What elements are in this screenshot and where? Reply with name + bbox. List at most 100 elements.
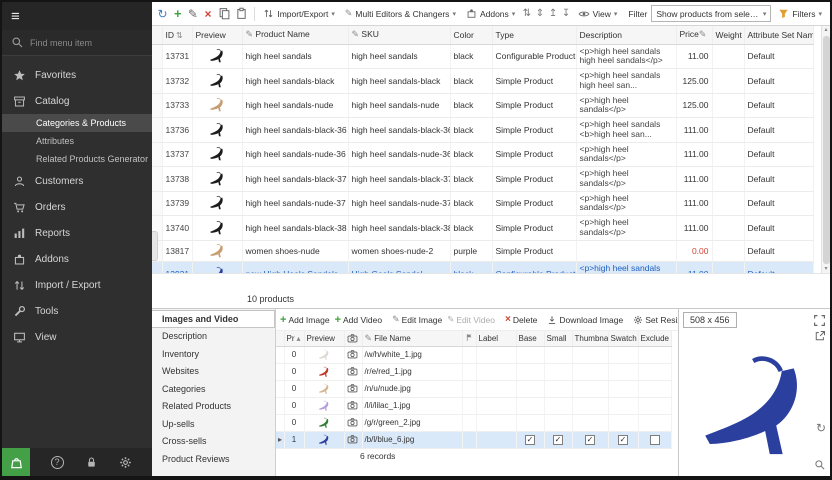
rotate-icon[interactable]: ↻ [816,421,826,435]
lock-button[interactable] [85,456,98,469]
cell-thumbnail[interactable] [572,363,608,380]
detail-tab[interactable]: Related Products [152,398,275,416]
addons-menu[interactable]: Addons▾ [463,6,518,21]
col-header-id[interactable]: ID⇅ [162,26,192,44]
col-header-sku[interactable]: ✎ SKU [348,26,450,44]
product-row[interactable]: 13732 high heel sandals-black high heel … [152,69,814,94]
cell-swatch[interactable] [608,346,638,363]
col-header-label[interactable]: Label [476,331,516,346]
edit-image-button[interactable]: ✎Edit Image [392,314,442,325]
panel-splitter[interactable] [152,231,158,261]
col-header-priority[interactable]: Pr▴ [284,331,304,346]
detail-tab[interactable]: Images and Video [152,310,275,328]
image-size-field[interactable]: 508 x 456 [683,312,737,328]
detail-tab[interactable]: Websites [152,363,275,381]
image-row[interactable]: 0 /g/r/green_2.jpg [276,414,672,431]
sidebar-item-favorites[interactable]: Favorites [2,62,152,88]
product-row[interactable]: 13737 high heel sandals-nude-36 high hee… [152,142,814,167]
detail-tab[interactable]: Product Reviews [152,450,275,468]
import-export-menu[interactable]: Import/Export▾ [260,6,338,21]
paste-button[interactable] [235,6,248,22]
sidebar-item-addons[interactable]: Addons [2,246,152,272]
col-header-small[interactable]: Small [544,331,572,346]
sidebar-item-categories-products[interactable]: Categories & Products [2,114,152,132]
image-row[interactable]: ▸ 1 /b/l/blue_6.jpg ✓ ✓ ✓ ✓ [276,431,672,448]
cell-swatch[interactable] [608,363,638,380]
cell-base[interactable]: ✓ [516,431,544,448]
col-header-color[interactable]: Color [450,26,492,44]
settings-button[interactable] [119,456,132,469]
cell-exclude[interactable] [638,363,672,380]
zoom-icon[interactable] [814,459,826,471]
expand-rows-button[interactable]: ⇕ [535,6,544,22]
edit-product-button[interactable]: ✎ [187,6,198,22]
col-header-flag[interactable] [462,331,476,346]
product-row[interactable]: 13731 high heel sandals high heel sandal… [152,44,814,69]
sidebar-item-orders[interactable]: Orders [2,194,152,220]
edit-video-button[interactable]: ✎Edit Video [447,314,495,325]
cell-base[interactable] [516,397,544,414]
cell-small[interactable] [544,397,572,414]
cell-base[interactable] [516,346,544,363]
sidebar-item-reports[interactable]: Reports [2,220,152,246]
col-header-base[interactable]: Base [516,331,544,346]
detail-tab[interactable]: Categories [152,380,275,398]
copy-button[interactable] [218,6,231,22]
cell-small[interactable]: ✓ [544,431,572,448]
col-header-attribute-set[interactable]: Attribute Set Name [744,26,814,44]
cell-base[interactable] [516,363,544,380]
cell-thumbnail[interactable] [572,397,608,414]
detail-tab[interactable]: Cross-sells [152,433,275,451]
col-header-price[interactable]: Price✎ [676,26,712,44]
cell-small[interactable] [544,414,572,431]
col-header-file-name[interactable]: ✎ File Name [362,331,462,346]
image-row[interactable]: 0 /r/e/red_1.jpg [276,363,672,380]
col-header-description[interactable]: Description [576,26,676,44]
sidebar-item-customers[interactable]: Customers [2,168,152,194]
cell-exclude[interactable] [638,431,672,448]
product-row[interactable]: 13738 high heel sandals-black-37 high he… [152,167,814,192]
swatch-checkbox[interactable]: ✓ [618,435,628,445]
multi-editors-menu[interactable]: ✎ Multi Editors & Changers▾ [342,6,459,21]
open-external-icon[interactable] [814,330,826,342]
product-row[interactable]: 13733 high heel sandals-nude high heel s… [152,93,814,118]
scroll-down-icon[interactable]: ▾ [824,265,827,274]
sidebar-item-view[interactable]: View [2,324,152,350]
sidebar-item-related-products-generator[interactable]: Related Products Generator [2,150,152,168]
col-header-image-preview[interactable]: Preview [304,331,344,346]
view-menu[interactable]: View▾ [575,6,621,22]
cell-exclude[interactable] [638,380,672,397]
move-bottom-button[interactable]: ↧ [562,6,571,22]
cell-swatch[interactable] [608,380,638,397]
col-header-exclude[interactable]: Exclude [638,331,672,346]
menu-search-input[interactable] [30,38,130,48]
cell-exclude[interactable] [638,346,672,363]
col-header-preview[interactable]: Preview [192,26,242,44]
download-image-button[interactable]: Download Image [547,315,623,325]
cell-base[interactable] [516,414,544,431]
image-row[interactable]: 0 /n/u/nude.jpg [276,380,672,397]
delete-product-button[interactable]: × [202,6,213,22]
add-image-button[interactable]: +Add Image [280,314,330,326]
col-header-swatch[interactable]: Swatch [608,331,638,346]
cell-exclude[interactable] [638,397,672,414]
col-header-camera[interactable] [344,331,362,346]
cell-swatch[interactable]: ✓ [608,431,638,448]
detail-tab[interactable]: Inventory [152,345,275,363]
filters-menu[interactable]: Filters▾ [775,6,825,21]
product-row[interactable]: 13736 high heel sandals-black-36 high he… [152,118,814,143]
grid-scrollbar[interactable]: ▴ ▾ [821,26,830,274]
product-row[interactable]: ▸ 13931 new High Heels Sandals High Geel… [152,261,814,274]
select-all-gutter[interactable] [152,26,162,44]
cell-thumbnail[interactable] [572,414,608,431]
cell-swatch[interactable] [608,397,638,414]
cell-small[interactable] [544,346,572,363]
col-header-weight[interactable]: Weight [712,26,744,44]
col-header-type[interactable]: Type [492,26,576,44]
cell-thumbnail[interactable]: ✓ [572,431,608,448]
product-row[interactable]: 13739 high heel sandals-nude-37 high hee… [152,191,814,216]
cell-exclude[interactable] [638,414,672,431]
add-video-button[interactable]: +Add Video [335,314,383,326]
sort-button[interactable]: ⇅ [522,6,531,22]
cell-small[interactable] [544,363,572,380]
